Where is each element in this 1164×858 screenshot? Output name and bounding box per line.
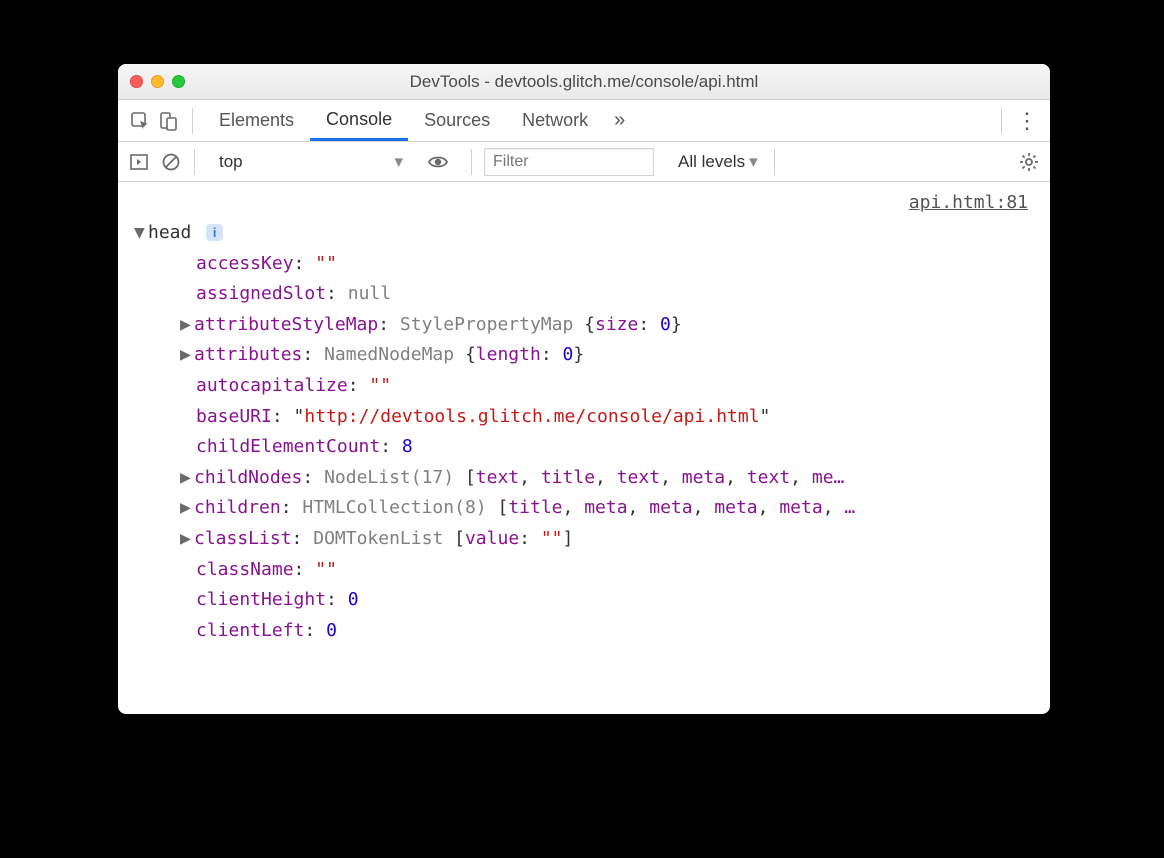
prop-assignedSlot[interactable]: assignedSlot: null [132,279,1036,310]
tab-sources[interactable]: Sources [408,100,506,141]
prop-className[interactable]: className: "" [132,555,1036,586]
prop-autocapitalize[interactable]: autocapitalize: "" [132,371,1036,402]
tab-network[interactable]: Network [506,100,604,141]
filter-input[interactable] [484,148,654,176]
inspect-icon[interactable] [126,107,154,135]
console-toolbar: top ▾ All levels ▾ [118,142,1050,182]
prop-baseURI[interactable]: baseURI: "http://devtools.glitch.me/cons… [132,402,1036,433]
separator [192,108,193,134]
prop-attributeStyleMap[interactable]: ▶attributeStyleMap: StylePropertyMap {si… [132,310,1036,341]
prop-childNodes[interactable]: ▶childNodes: NodeList(17) [text, title, … [132,463,1036,494]
prop-childElementCount[interactable]: childElementCount: 8 [132,432,1036,463]
disclosure-right-icon[interactable]: ▶ [180,493,194,524]
prop-clientLeft[interactable]: clientLeft: 0 [132,616,1036,647]
prop-clientHeight[interactable]: clientHeight: 0 [132,585,1036,616]
window-title: DevTools - devtools.glitch.me/console/ap… [118,72,1050,92]
prop-accessKey[interactable]: accessKey: "" [132,249,1036,280]
chevron-down-icon: ▾ [394,152,403,172]
separator [1001,108,1002,134]
prop-classList[interactable]: ▶classList: DOMTokenList [value: ""] [132,524,1036,555]
chevron-down-icon: ▾ [749,152,758,172]
live-expression-icon[interactable] [425,149,451,175]
prop-attributes[interactable]: ▶attributes: NamedNodeMap {length: 0} [132,340,1036,371]
console-output: api.html:81 ▼head i accessKey: "" assign… [118,182,1050,714]
disclosure-right-icon[interactable]: ▶ [180,310,194,341]
object-tree: ▼head i accessKey: "" assignedSlot: null… [132,188,1036,646]
log-levels-label: All levels [678,152,745,172]
clear-console-icon[interactable] [158,149,184,175]
device-toolbar-icon[interactable] [154,107,182,135]
prop-children[interactable]: ▶children: HTMLCollection(8) [title, met… [132,493,1036,524]
separator [471,149,472,175]
console-settings-gear-icon[interactable] [1016,149,1042,175]
separator [194,149,195,175]
disclosure-down-icon[interactable]: ▼ [134,218,148,249]
log-levels-selector[interactable]: All levels ▾ [678,152,758,172]
toggle-sidebar-icon[interactable] [126,149,152,175]
titlebar: DevTools - devtools.glitch.me/console/ap… [118,64,1050,100]
root-label: head [148,222,191,243]
context-selector-label: top [219,152,243,172]
more-options-icon[interactable]: ⋮ [1012,108,1042,134]
info-icon[interactable]: i [206,224,223,241]
context-selector[interactable]: top ▾ [211,148,411,176]
devtools-window: DevTools - devtools.glitch.me/console/ap… [118,64,1050,714]
separator [774,149,775,175]
tabs-overflow-icon[interactable]: » [604,109,635,132]
tree-root[interactable]: ▼head i [132,218,1036,249]
tab-elements[interactable]: Elements [203,100,310,141]
disclosure-right-icon[interactable]: ▶ [180,340,194,371]
disclosure-right-icon[interactable]: ▶ [180,524,194,555]
panel-tabs: Elements Console Sources Network » ⋮ [118,100,1050,142]
tab-console[interactable]: Console [310,100,408,141]
disclosure-right-icon[interactable]: ▶ [180,463,194,494]
source-link[interactable]: api.html:81 [909,188,1028,219]
